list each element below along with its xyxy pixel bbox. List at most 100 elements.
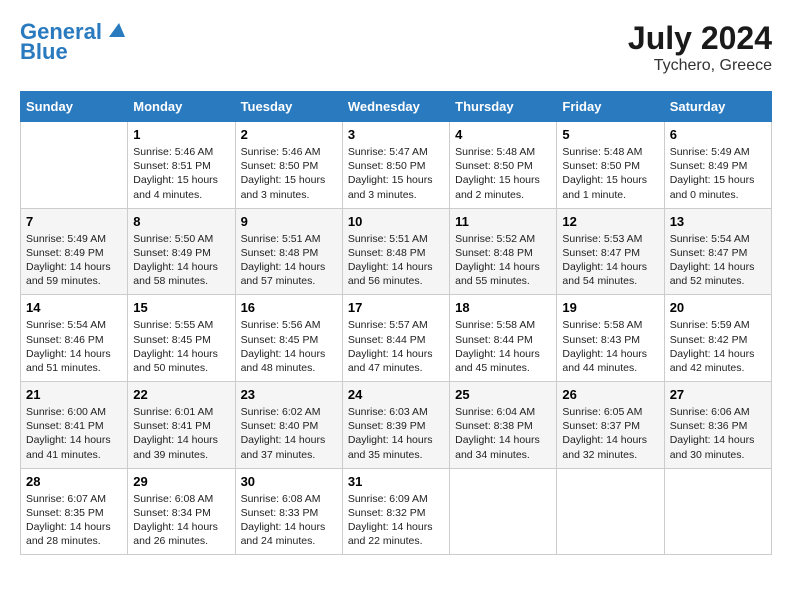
calendar-cell	[21, 122, 128, 209]
cell-info: Sunrise: 5:49 AMSunset: 8:49 PMDaylight:…	[670, 145, 766, 202]
month-year: July 2024	[628, 20, 772, 57]
day-header-sunday: Sunday	[21, 92, 128, 122]
day-number: 16	[241, 300, 337, 315]
cell-info: Sunrise: 6:03 AMSunset: 8:39 PMDaylight:…	[348, 405, 444, 462]
calendar-cell: 17 Sunrise: 5:57 AMSunset: 8:44 PMDayligh…	[342, 295, 449, 382]
cell-info: Sunrise: 5:51 AMSunset: 8:48 PMDaylight:…	[348, 232, 444, 289]
calendar-cell: 5 Sunrise: 5:48 AMSunset: 8:50 PMDaylight…	[557, 122, 664, 209]
day-header-friday: Friday	[557, 92, 664, 122]
cell-info: Sunrise: 6:07 AMSunset: 8:35 PMDaylight:…	[26, 492, 122, 549]
cell-info: Sunrise: 5:55 AMSunset: 8:45 PMDaylight:…	[133, 318, 229, 375]
calendar-week-row: 28 Sunrise: 6:07 AMSunset: 8:35 PMDayligh…	[21, 468, 772, 555]
cell-info: Sunrise: 5:48 AMSunset: 8:50 PMDaylight:…	[455, 145, 551, 202]
day-number: 24	[348, 387, 444, 402]
day-number: 30	[241, 474, 337, 489]
cell-info: Sunrise: 6:01 AMSunset: 8:41 PMDaylight:…	[133, 405, 229, 462]
cell-info: Sunrise: 5:58 AMSunset: 8:44 PMDaylight:…	[455, 318, 551, 375]
calendar-cell: 8Sunrise: 5:50 AMSunset: 8:49 PMDaylight…	[128, 208, 235, 295]
calendar-cell: 24 Sunrise: 6:03 AMSunset: 8:39 PMDayligh…	[342, 382, 449, 469]
location: Tychero, Greece	[628, 57, 772, 75]
calendar-cell: 28 Sunrise: 6:07 AMSunset: 8:35 PMDayligh…	[21, 468, 128, 555]
day-number: 5	[562, 127, 658, 142]
day-number: 27	[670, 387, 766, 402]
day-header-thursday: Thursday	[450, 92, 557, 122]
cell-info: Sunrise: 5:56 AMSunset: 8:45 PMDaylight:…	[241, 318, 337, 375]
calendar-cell: 13 Sunrise: 5:54 AMSunset: 8:47 PMDayligh…	[664, 208, 771, 295]
day-number: 7	[26, 214, 122, 229]
calendar-cell: 14 Sunrise: 5:54 AMSunset: 8:46 PMDayligh…	[21, 295, 128, 382]
page-header: General Blue July 2024 Tychero, Greece	[20, 20, 772, 75]
calendar-cell: 3 Sunrise: 5:47 AMSunset: 8:50 PMDaylight…	[342, 122, 449, 209]
calendar-cell	[664, 468, 771, 555]
calendar-cell: 16 Sunrise: 5:56 AMSunset: 8:45 PMDayligh…	[235, 295, 342, 382]
cell-info: Sunrise: 5:49 AMSunset: 8:49 PMDaylight:…	[26, 232, 122, 289]
day-number: 4	[455, 127, 551, 142]
calendar-cell: 19 Sunrise: 5:58 AMSunset: 8:43 PMDayligh…	[557, 295, 664, 382]
cell-info: Sunrise: 6:00 AMSunset: 8:41 PMDaylight:…	[26, 405, 122, 462]
calendar-cell: 31Sunrise: 6:09 AMSunset: 8:32 PMDayligh…	[342, 468, 449, 555]
day-number: 10	[348, 214, 444, 229]
day-number: 14	[26, 300, 122, 315]
calendar-week-row: 1 Sunrise: 5:46 AMSunset: 8:51 PMDaylight…	[21, 122, 772, 209]
day-number: 28	[26, 474, 122, 489]
day-number: 13	[670, 214, 766, 229]
cell-info: Sunrise: 5:58 AMSunset: 8:43 PMDaylight:…	[562, 318, 658, 375]
day-header-saturday: Saturday	[664, 92, 771, 122]
calendar-cell: 22 Sunrise: 6:01 AMSunset: 8:41 PMDayligh…	[128, 382, 235, 469]
day-number: 25	[455, 387, 551, 402]
calendar-table: SundayMondayTuesdayWednesdayThursdayFrid…	[20, 91, 772, 555]
calendar-cell: 9 Sunrise: 5:51 AMSunset: 8:48 PMDaylight…	[235, 208, 342, 295]
day-number: 3	[348, 127, 444, 142]
cell-info: Sunrise: 5:54 AMSunset: 8:47 PMDaylight:…	[670, 232, 766, 289]
cell-info: Sunrise: 5:46 AMSunset: 8:51 PMDaylight:…	[133, 145, 229, 202]
calendar-cell: 26 Sunrise: 6:05 AMSunset: 8:37 PMDayligh…	[557, 382, 664, 469]
calendar-cell: 29Sunrise: 6:08 AMSunset: 8:34 PMDayligh…	[128, 468, 235, 555]
day-header-wednesday: Wednesday	[342, 92, 449, 122]
day-number: 19	[562, 300, 658, 315]
cell-info: Sunrise: 5:53 AMSunset: 8:47 PMDaylight:…	[562, 232, 658, 289]
day-number: 22	[133, 387, 229, 402]
cell-info: Sunrise: 6:04 AMSunset: 8:38 PMDaylight:…	[455, 405, 551, 462]
cell-info: Sunrise: 6:06 AMSunset: 8:36 PMDaylight:…	[670, 405, 766, 462]
calendar-cell: 15Sunrise: 5:55 AMSunset: 8:45 PMDayligh…	[128, 295, 235, 382]
logo-icon	[105, 19, 127, 41]
day-number: 1	[133, 127, 229, 142]
day-number: 21	[26, 387, 122, 402]
day-number: 20	[670, 300, 766, 315]
cell-info: Sunrise: 5:48 AMSunset: 8:50 PMDaylight:…	[562, 145, 658, 202]
day-number: 17	[348, 300, 444, 315]
calendar-cell: 21 Sunrise: 6:00 AMSunset: 8:41 PMDayligh…	[21, 382, 128, 469]
cell-info: Sunrise: 5:51 AMSunset: 8:48 PMDaylight:…	[241, 232, 337, 289]
cell-info: Sunrise: 5:52 AMSunset: 8:48 PMDaylight:…	[455, 232, 551, 289]
cell-info: Sunrise: 5:47 AMSunset: 8:50 PMDaylight:…	[348, 145, 444, 202]
day-number: 31	[348, 474, 444, 489]
day-number: 18	[455, 300, 551, 315]
day-header-monday: Monday	[128, 92, 235, 122]
day-number: 11	[455, 214, 551, 229]
day-number: 6	[670, 127, 766, 142]
cell-info: Sunrise: 5:54 AMSunset: 8:46 PMDaylight:…	[26, 318, 122, 375]
calendar-header-row: SundayMondayTuesdayWednesdayThursdayFrid…	[21, 92, 772, 122]
cell-info: Sunrise: 5:57 AMSunset: 8:44 PMDaylight:…	[348, 318, 444, 375]
cell-info: Sunrise: 6:05 AMSunset: 8:37 PMDaylight:…	[562, 405, 658, 462]
logo-blue-text: Blue	[20, 40, 127, 64]
calendar-cell: 10 Sunrise: 5:51 AMSunset: 8:48 PMDayligh…	[342, 208, 449, 295]
calendar-week-row: 7 Sunrise: 5:49 AMSunset: 8:49 PMDaylight…	[21, 208, 772, 295]
calendar-cell: 2Sunrise: 5:46 AMSunset: 8:50 PMDaylight…	[235, 122, 342, 209]
calendar-cell	[557, 468, 664, 555]
day-number: 26	[562, 387, 658, 402]
cell-info: Sunrise: 6:08 AMSunset: 8:33 PMDaylight:…	[241, 492, 337, 549]
calendar-cell: 1 Sunrise: 5:46 AMSunset: 8:51 PMDaylight…	[128, 122, 235, 209]
day-number: 9	[241, 214, 337, 229]
calendar-cell: 30 Sunrise: 6:08 AMSunset: 8:33 PMDayligh…	[235, 468, 342, 555]
cell-info: Sunrise: 5:46 AMSunset: 8:50 PMDaylight:…	[241, 145, 337, 202]
logo: General Blue	[20, 20, 127, 64]
title-block: July 2024 Tychero, Greece	[628, 20, 772, 75]
day-header-tuesday: Tuesday	[235, 92, 342, 122]
calendar-week-row: 14 Sunrise: 5:54 AMSunset: 8:46 PMDayligh…	[21, 295, 772, 382]
calendar-cell: 4 Sunrise: 5:48 AMSunset: 8:50 PMDaylight…	[450, 122, 557, 209]
cell-info: Sunrise: 6:08 AMSunset: 8:34 PMDaylight:…	[133, 492, 229, 549]
calendar-cell: 7 Sunrise: 5:49 AMSunset: 8:49 PMDaylight…	[21, 208, 128, 295]
cell-info: Sunrise: 6:02 AMSunset: 8:40 PMDaylight:…	[241, 405, 337, 462]
calendar-cell: 18 Sunrise: 5:58 AMSunset: 8:44 PMDayligh…	[450, 295, 557, 382]
